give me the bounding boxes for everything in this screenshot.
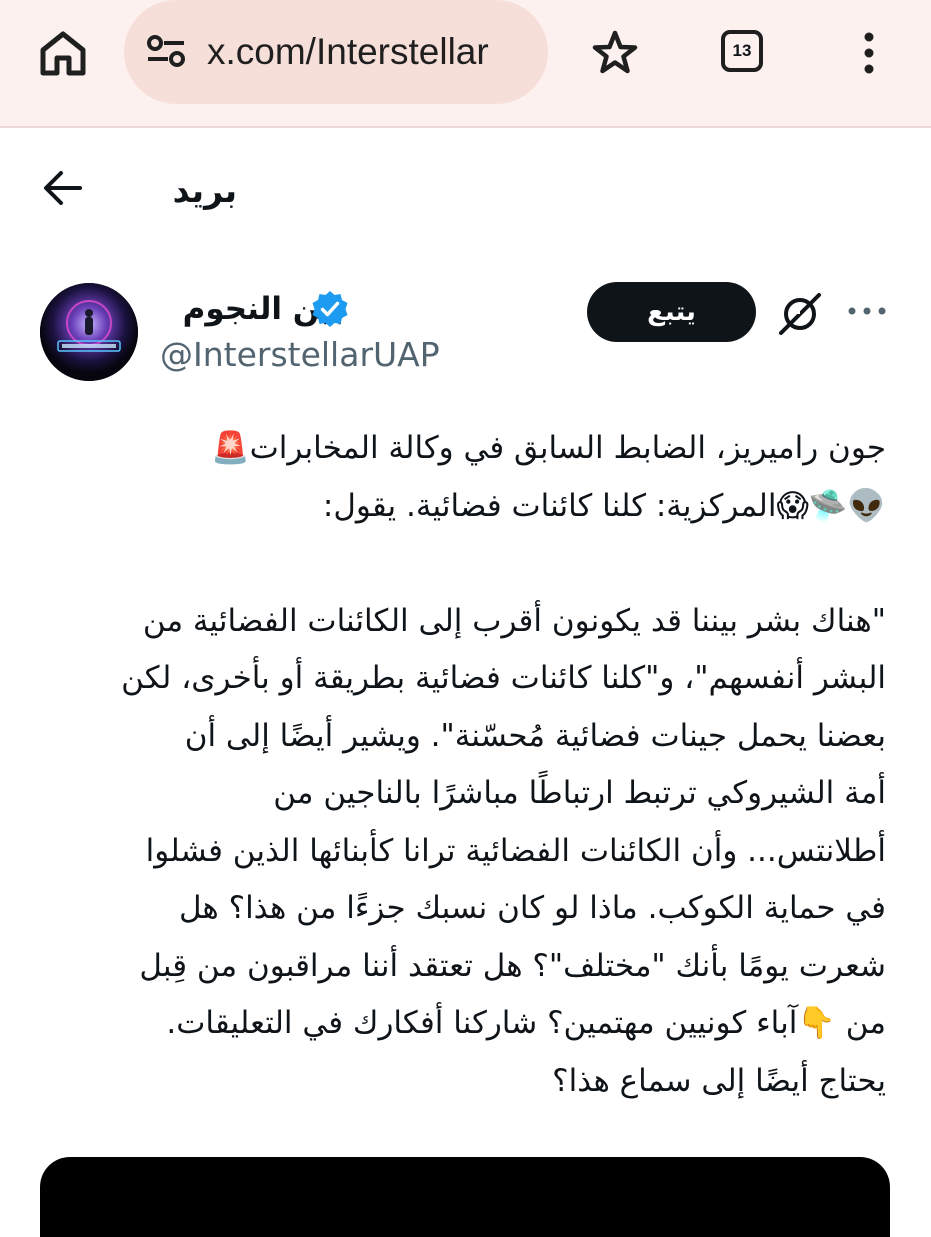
tweet-line: جون راميريز، الضابط السابق في وكالة المخ…	[211, 430, 886, 466]
tweet-line: "هناك بشر بيننا قد يكونون أقرب إلى الكائ…	[142, 602, 886, 639]
more-horizontal-icon[interactable]	[846, 300, 888, 322]
tweet-line: من 👇آباء كونيين مهتمين؟ شاركنا أفكارك في…	[166, 1005, 886, 1041]
tweet-line: شعرت يومًا بأنك "مختلف"؟ هل تعتقد أننا م…	[139, 947, 886, 984]
address-bar[interactable]: x.com/Interstellar	[124, 0, 548, 104]
star-icon[interactable]	[590, 28, 640, 78]
more-vert-icon[interactable]	[857, 28, 881, 78]
page-title: بريد	[172, 171, 237, 210]
tweet-text: جون راميريز، الضابط السابق في وكالة المخ…	[36, 420, 886, 1110]
tweet-line: أمة الشيروكي ترتبط ارتباطًا مباشرًا بالن…	[273, 775, 886, 811]
tweet-line: أطلانتس... وأن الكائنات الفضائية ترانا ك…	[145, 832, 886, 869]
follow-button[interactable]: يتبع	[587, 282, 756, 342]
tabs-icon[interactable]: 13	[721, 30, 763, 72]
user-handle[interactable]: @InterstellarUAP	[160, 332, 440, 378]
avatar[interactable]	[40, 283, 138, 381]
tweet-line: بعضنا يحمل جينات فضائية مُحسّنة". ويشير …	[184, 717, 886, 754]
verified-badge-icon	[312, 291, 348, 327]
tweet-media[interactable]	[40, 1157, 890, 1237]
tweet-line: 👽🛸😱المركزية: كلنا كائنات فضائية. يقول:	[322, 487, 886, 524]
home-icon[interactable]	[38, 28, 88, 78]
site-settings-icon[interactable]	[146, 34, 186, 68]
url-text[interactable]: x.com/Interstellar	[207, 28, 489, 76]
arrow-left-icon[interactable]	[42, 168, 84, 208]
tweet-line: البشر أنفسهم"، و"كلنا كائنات فضائية بطري…	[121, 660, 886, 696]
browser-toolbar: x.com/Interstellar 13	[0, 0, 931, 128]
tweet-line: يحتاج أيضًا إلى سماع هذا؟	[552, 1062, 886, 1099]
grok-icon[interactable]	[776, 292, 824, 336]
avatar-image	[40, 283, 138, 381]
tweet-line: في حماية الكوكب. ماذا لو كان نسبك جزءًا …	[178, 890, 886, 926]
